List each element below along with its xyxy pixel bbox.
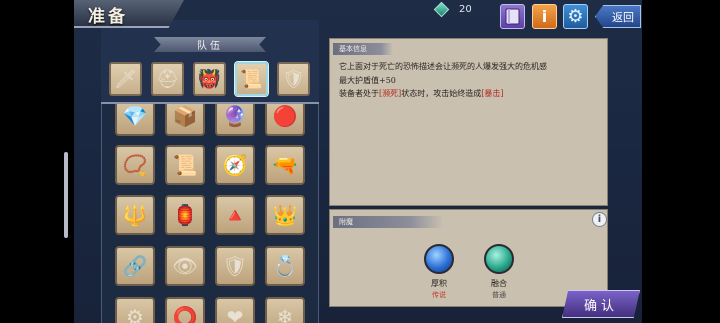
back-label: 返回 [612,10,634,24]
inventory-item[interactable]: 👑 [265,195,305,235]
effect-text: 装备者处于 [339,89,379,98]
scroll-icon: 📜 [240,68,263,90]
team-label: 队伍 [197,41,223,52]
crystal-icon: ❄ [276,305,294,323]
golden-crest-icon: 🔱 [122,203,148,227]
pendant-icon: 🔗 [122,254,148,278]
dark-ring-icon: ⭕ [172,305,198,323]
team-banner: 队伍 [154,37,266,52]
team-slot[interactable]: 🗡 [109,62,142,96]
ring-icon: 💍 [272,254,298,278]
team-slot[interactable]: 👹 [193,62,226,96]
pyramid-icon: 🔺 [222,203,248,227]
back-button[interactable]: 返回 [595,5,641,28]
armor-icon: 🛡 [222,254,248,278]
eye-icon: 👁 [172,254,198,278]
currency-value: 20 [459,4,472,15]
purple-orb-icon: 🔮 [222,104,248,128]
info-button[interactable]: i [532,4,557,29]
stat-line: 最大护盾值+50 [339,75,396,85]
game-screen: 💎 📦 🔮 🔴 📿 📜 🧭 🔫 🔱 🏮 🔺 👑 🔗 👁 🛡 💍 ⚙ ⭕ ❤ ❄ 队伍 🗡 ⛑ 👹 📜 🛡 准备 20 i ⚙ … [0,0,720,323]
demon-mask-icon: 👹 [198,68,221,90]
inventory-item[interactable]: ❤ [215,297,255,323]
effect-keyword: [暴击] [481,89,504,98]
inventory-item[interactable]: 🔗 [115,246,155,286]
orb-name: 融合 [491,279,507,288]
inventory-item[interactable]: ⭕ [165,297,205,323]
effect-line: 装备者处于[濒死]状态时，攻击始终造成[暴击] [339,87,601,101]
inventory-item[interactable]: 💍 [265,246,305,286]
cannon-icon: 🔫 [272,153,298,177]
effect-text: 状态时，攻击始终造成 [401,89,482,98]
jeweled-ring-icon: ⚙ [126,305,144,323]
team-slot[interactable]: ⛑ [151,62,184,96]
bead-necklace-icon: 📿 [122,153,148,177]
lantern-icon: 🏮 [172,203,198,227]
effect-keyword: [濒死] [379,89,402,98]
description-line: 它上面对于死亡的恐怖描述会让濒死的人爆发强大的危机感 [339,62,547,71]
green-gem-icon: 💎 [122,104,148,128]
horned-helmet-icon: ⛑ [156,68,179,90]
chest-icon: 📦 [172,104,198,128]
inventory-item[interactable]: 👁 [165,246,205,286]
inventory-item[interactable]: 🔱 [115,195,155,235]
inventory-item[interactable]: 📜 [165,145,205,185]
basic-info-title-bar: 基本信息 [333,43,393,55]
team-slot[interactable]: 🛡 [277,62,310,96]
compass-icon: 🧭 [222,153,248,177]
enchant-title: 附魔 [339,218,353,226]
ruby-icon: ❤ [226,305,244,323]
orb-grade: 普通 [492,291,506,299]
basic-info-title: 基本信息 [339,45,367,53]
orb-name: 厚积 [431,279,447,288]
orb-grade: 传说 [432,291,446,299]
book-icon [505,8,520,25]
inventory-item[interactable]: ⚙ [115,297,155,323]
inventory-item[interactable]: 🛡 [215,246,255,286]
inventory-item[interactable]: 🔫 [265,145,305,185]
parchment-icon: 📜 [172,153,198,177]
right-letterbox [642,0,720,323]
red-amulet-icon: 🔴 [272,104,298,128]
inventory-item[interactable]: 🏮 [165,195,205,235]
left-letterbox [0,0,74,323]
currency-display: 20 [433,1,472,18]
confirm-button[interactable]: 确认 [562,290,640,318]
info-icon: i [541,7,548,26]
inventory-item[interactable]: 🔺 [215,195,255,235]
team-slot[interactable]: 📜 [235,62,268,96]
inventory-item[interactable]: 📿 [115,145,155,185]
red-crown-icon: 👑 [272,203,298,227]
scroll-indicator[interactable] [64,152,68,238]
page-title: 准备 [88,7,128,27]
confirm-label: 确认 [583,298,618,314]
enchant-title-bar: 附魔 [333,216,443,228]
enchant-orb-teal[interactable] [484,244,514,274]
settings-button[interactable]: ⚙ [563,4,588,29]
gear-icon: ⚙ [567,6,584,27]
golden-gauntlet-icon: 🛡 [282,68,305,90]
info-icon[interactable]: i [592,212,607,227]
gem-icon [433,1,450,18]
book-button[interactable] [500,4,525,29]
enchant-orb-blue[interactable] [424,244,454,274]
inventory-item[interactable]: 🧭 [215,145,255,185]
sword-icon: 🗡 [114,68,137,90]
inventory-item[interactable]: ❄ [265,297,305,323]
item-description: 它上面对于死亡的恐怖描述会让濒死的人爆发强大的危机感 最大护盾值+50 装备者处… [339,60,601,101]
